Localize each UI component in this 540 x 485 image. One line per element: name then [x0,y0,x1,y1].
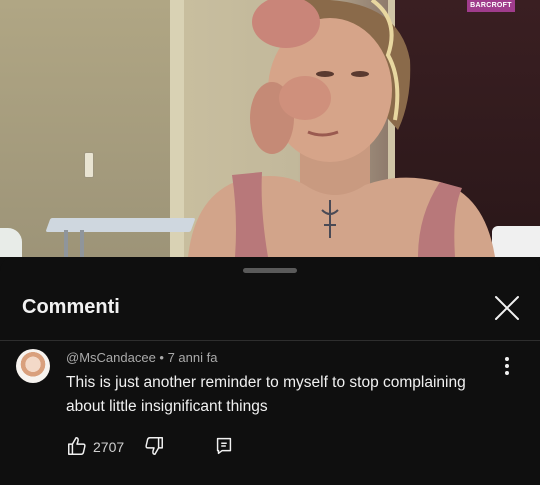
close-icon [495,296,519,320]
divider [0,340,540,341]
comment-text: This is just another reminder to myself … [66,374,466,415]
video-player[interactable]: BARCROFT [0,0,540,257]
dislike-button[interactable] [143,435,165,457]
like-button[interactable] [66,435,88,457]
reply-button[interactable] [213,435,235,457]
video-subject [188,0,495,257]
panel-title: Commenti [22,296,120,318]
comment-meta: @MsCandacee • 7 anni fa [66,350,218,365]
avatar[interactable] [16,349,50,383]
thumbs-up-icon [68,437,86,455]
more-vert-icon [505,364,509,368]
reply-icon [216,437,232,455]
channel-watermark: BARCROFT [467,0,515,12]
more-vert-icon [505,357,509,361]
drag-handle[interactable] [243,268,297,273]
comments-panel: Commenti @MsCandacee • 7 anni fa This is… [0,257,540,485]
close-button[interactable] [492,293,522,323]
like-count: 2707 [93,439,125,455]
thumbs-down-icon [145,437,163,455]
